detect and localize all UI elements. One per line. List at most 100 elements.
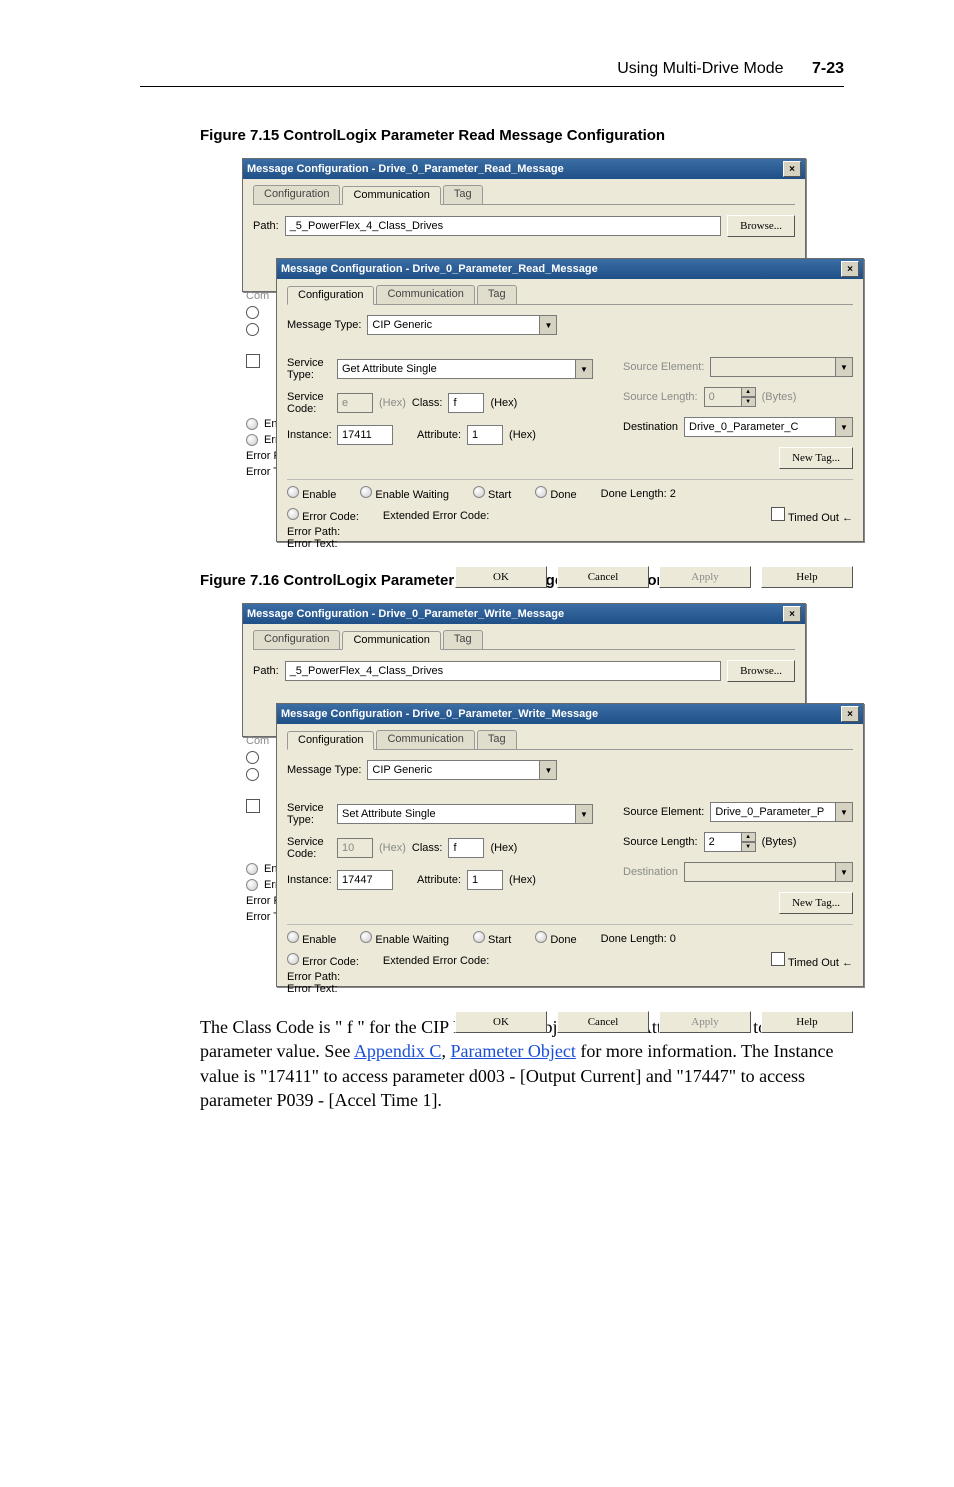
led-icon xyxy=(473,931,485,943)
spin-down-icon[interactable]: ▼ xyxy=(742,842,756,852)
tab-communication[interactable]: Communication xyxy=(376,730,474,749)
tab-tag[interactable]: Tag xyxy=(443,630,483,649)
close-icon[interactable]: × xyxy=(783,606,801,622)
instance-label: Instance: xyxy=(287,429,331,441)
service-type-combo[interactable]: Set Attribute Single xyxy=(337,804,576,824)
chevron-down-icon[interactable]: ▼ xyxy=(836,357,853,377)
fig2-back-title: Message Configuration - Drive_0_Paramete… xyxy=(247,608,783,620)
link-appendix-c[interactable]: Appendix C xyxy=(354,1041,442,1061)
led-icon xyxy=(287,508,299,520)
attribute-label: Attribute: xyxy=(417,429,461,441)
tab-communication[interactable]: Communication xyxy=(342,631,440,650)
src-len-label: Source Length: xyxy=(623,391,698,403)
done-length: Done Length: 0 xyxy=(601,933,676,945)
page-header: Using Multi-Drive Mode 7-23 xyxy=(140,60,844,78)
ok-button[interactable]: OK xyxy=(455,1011,547,1033)
chevron-down-icon[interactable]: ▼ xyxy=(540,315,557,335)
src-elem-label: Source Element: xyxy=(623,361,704,373)
class-label: Class: xyxy=(412,397,443,409)
path-input[interactable]: _5_PowerFlex_4_Class_Drives xyxy=(285,216,721,236)
led-icon xyxy=(473,486,485,498)
divider xyxy=(287,479,853,480)
close-icon[interactable]: × xyxy=(783,161,801,177)
path-input[interactable]: _5_PowerFlex_4_Class_Drives xyxy=(285,661,721,681)
close-icon[interactable]: × xyxy=(841,261,859,277)
tab-communication[interactable]: Communication xyxy=(376,285,474,304)
instance-input[interactable]: 17411 xyxy=(337,425,393,445)
tab-communication[interactable]: Communication xyxy=(342,186,440,205)
class-input[interactable]: f xyxy=(448,393,484,413)
src-elem-combo xyxy=(710,357,836,377)
fig1-front-title: Message Configuration - Drive_0_Paramete… xyxy=(281,263,841,275)
fig2-dialogs: Message Configuration - Drive_0_Paramete… xyxy=(242,603,862,987)
spin-up-icon[interactable]: ▲ xyxy=(742,832,756,842)
radio-icon[interactable] xyxy=(246,306,259,319)
led-icon xyxy=(535,931,547,943)
ok-button[interactable]: OK xyxy=(455,566,547,588)
service-code-input: 10 xyxy=(337,838,373,858)
fig1-back-tabs: Configuration Communication Tag xyxy=(253,185,795,205)
radio-icon[interactable] xyxy=(246,751,259,764)
service-code-input: e xyxy=(337,393,373,413)
new-tag-button[interactable]: New Tag... xyxy=(779,892,853,914)
service-code-label: Service Code: xyxy=(287,391,331,415)
fig1-front-tabs: Configuration Communication Tag xyxy=(287,285,853,305)
radio-icon[interactable] xyxy=(246,768,259,781)
cancel-button[interactable]: Cancel xyxy=(557,566,649,588)
spin-up-icon[interactable]: ▲ xyxy=(742,387,756,397)
src-len-input[interactable]: 2 xyxy=(704,832,742,852)
src-elem-combo[interactable]: Drive_0_Parameter_P xyxy=(710,802,836,822)
led-icon xyxy=(287,953,299,965)
service-type-combo[interactable]: Get Attribute Single xyxy=(337,359,576,379)
service-type-label: Service Type: xyxy=(287,357,331,381)
chevron-down-icon[interactable]: ▼ xyxy=(576,359,593,379)
new-tag-button[interactable]: New Tag... xyxy=(779,447,853,469)
chevron-down-icon[interactable]: ▼ xyxy=(836,417,853,437)
tab-configuration[interactable]: Configuration xyxy=(253,630,340,649)
tab-configuration[interactable]: Configuration xyxy=(253,185,340,204)
chevron-down-icon[interactable]: ▼ xyxy=(576,804,593,824)
tab-configuration[interactable]: Configuration xyxy=(287,286,374,305)
dest-combo xyxy=(684,862,836,882)
timed-out-checkbox[interactable] xyxy=(771,507,785,521)
led-icon xyxy=(360,486,372,498)
help-button[interactable]: Help xyxy=(761,1011,853,1033)
chevron-down-icon[interactable]: ▼ xyxy=(836,802,853,822)
chevron-down-icon[interactable]: ▼ xyxy=(836,862,853,882)
path-label: Path: xyxy=(253,220,279,232)
browse-button[interactable]: Browse... xyxy=(727,215,795,237)
fig1-back-titlebar: Message Configuration - Drive_0_Paramete… xyxy=(243,159,805,179)
tab-tag[interactable]: Tag xyxy=(477,285,517,304)
led-icon xyxy=(287,931,299,943)
timed-out-checkbox[interactable] xyxy=(771,952,785,966)
help-button[interactable]: Help xyxy=(761,566,853,588)
tab-configuration[interactable]: Configuration xyxy=(287,731,374,750)
attribute-input[interactable]: 1 xyxy=(467,870,503,890)
cancel-button[interactable]: Cancel xyxy=(557,1011,649,1033)
dest-combo[interactable]: Drive_0_Parameter_C xyxy=(684,417,836,437)
fig2-front-window: Message Configuration - Drive_0_Paramete… xyxy=(276,703,864,987)
radio-icon[interactable] xyxy=(246,323,259,336)
spin-down-icon[interactable]: ▼ xyxy=(742,397,756,407)
msg-type-combo[interactable]: CIP Generic xyxy=(367,760,540,780)
led-icon xyxy=(246,418,258,430)
msg-type-combo[interactable]: CIP Generic xyxy=(367,315,540,335)
dest-label: Destination xyxy=(623,421,678,433)
apply-button: Apply xyxy=(659,566,751,588)
fig1-front-window: Message Configuration - Drive_0_Paramete… xyxy=(276,258,864,542)
class-input[interactable]: f xyxy=(448,838,484,858)
link-parameter-object[interactable]: Parameter Object xyxy=(450,1041,575,1061)
checkbox-icon[interactable] xyxy=(246,799,260,813)
tab-tag[interactable]: Tag xyxy=(443,185,483,204)
browse-button[interactable]: Browse... xyxy=(727,660,795,682)
led-icon xyxy=(246,879,258,891)
instance-input[interactable]: 17447 xyxy=(337,870,393,890)
led-icon xyxy=(360,931,372,943)
msg-type-label: Message Type: xyxy=(287,319,361,331)
tab-tag[interactable]: Tag xyxy=(477,730,517,749)
header-section: 7-23 xyxy=(812,60,844,77)
attribute-input[interactable]: 1 xyxy=(467,425,503,445)
close-icon[interactable]: × xyxy=(841,706,859,722)
chevron-down-icon[interactable]: ▼ xyxy=(540,760,557,780)
checkbox-icon[interactable] xyxy=(246,354,260,368)
